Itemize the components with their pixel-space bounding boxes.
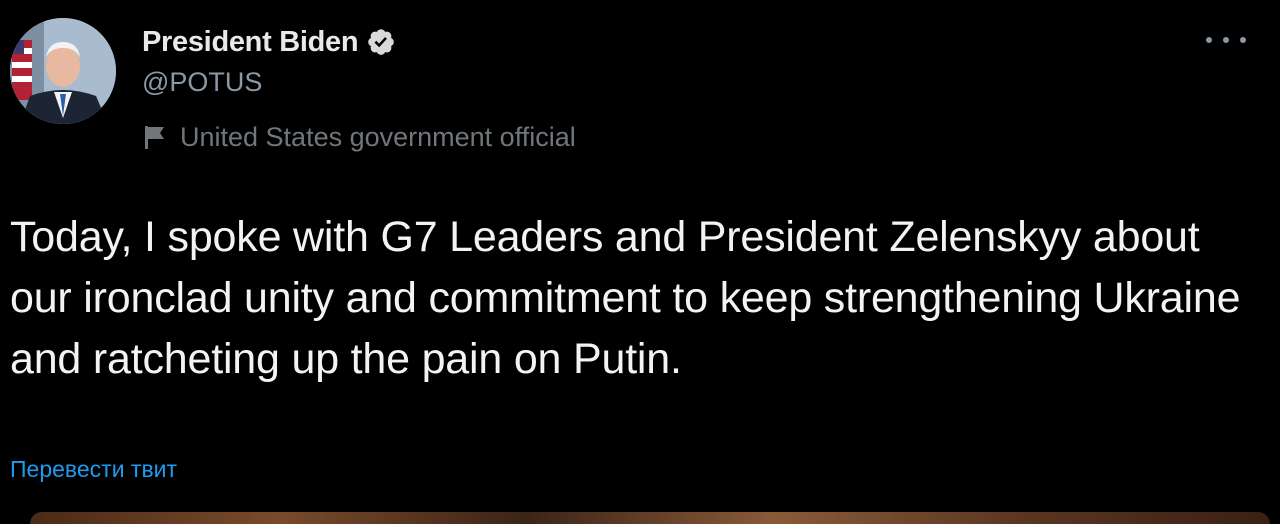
author-avatar[interactable] <box>10 18 116 124</box>
more-dot <box>1206 37 1212 43</box>
official-label-text: United States government official <box>180 121 576 152</box>
tweet-text: Today, I spoke with G7 Leaders and Presi… <box>10 213 1241 383</box>
more-options-icon[interactable] <box>1206 28 1246 52</box>
more-dot <box>1223 37 1229 43</box>
tweet: President Biden @POTUS United States gov… <box>0 0 1280 524</box>
official-label: United States government official <box>142 117 576 157</box>
tweet-media[interactable] <box>30 512 1270 524</box>
author-display-name[interactable]: President Biden <box>142 26 359 59</box>
flag-icon <box>145 126 164 149</box>
verified-badge-icon <box>368 29 395 55</box>
author-handle[interactable]: @POTUS <box>142 67 262 98</box>
translate-tweet-link[interactable]: Перевести твит <box>10 456 177 483</box>
more-dot <box>1240 37 1246 43</box>
author-name-row[interactable]: President Biden <box>142 22 396 62</box>
portrait-avatar-icon <box>10 18 116 124</box>
